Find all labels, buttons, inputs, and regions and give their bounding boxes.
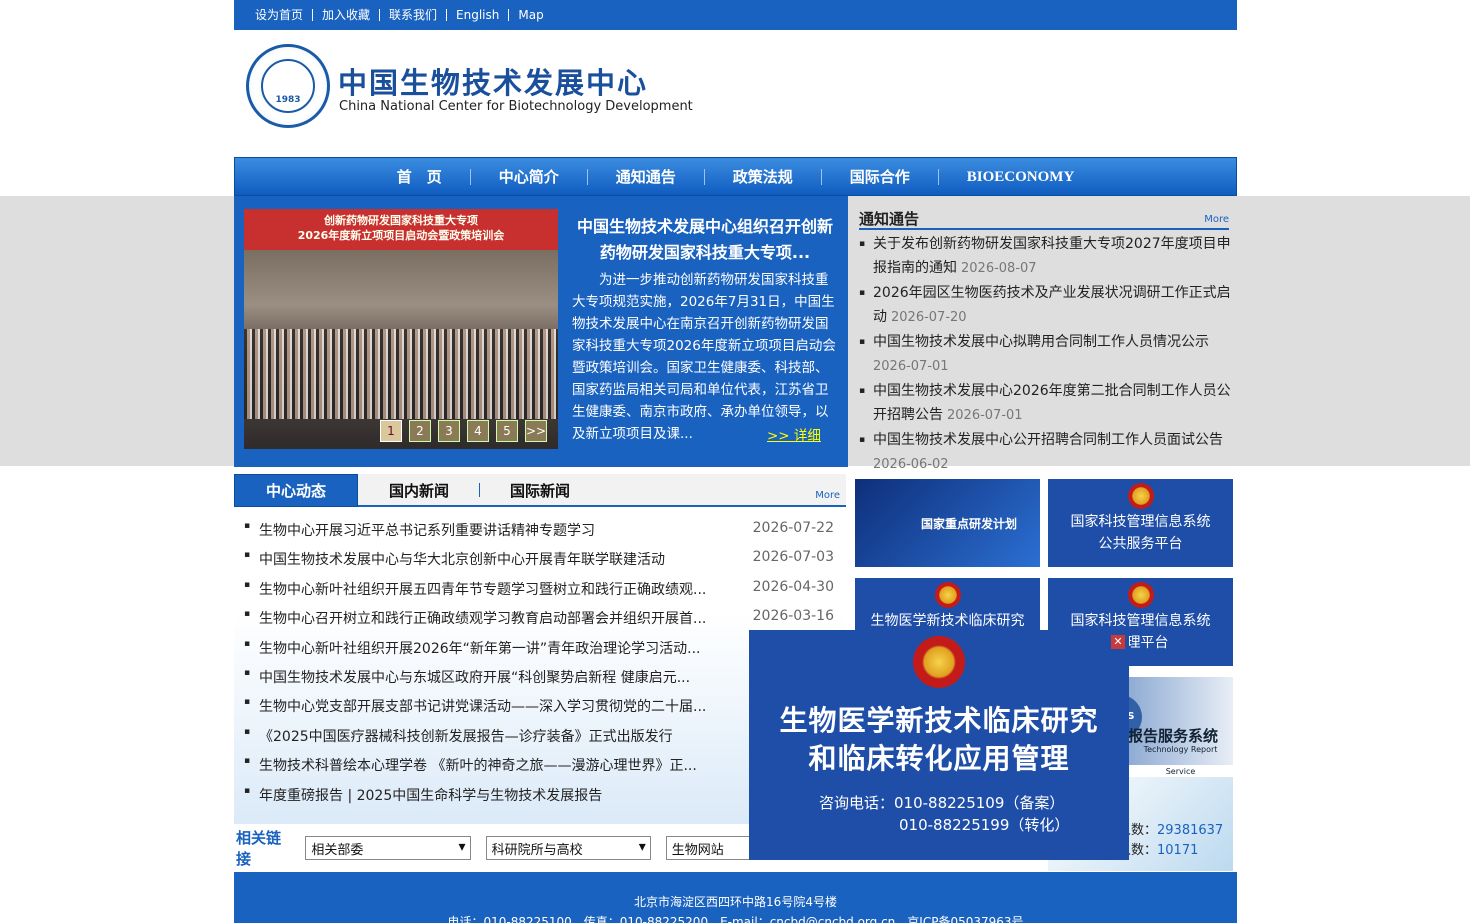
- pager-5[interactable]: 5: [496, 420, 518, 442]
- map-link[interactable]: Map: [509, 9, 552, 21]
- logo-title-cn[interactable]: 中国生物技术发展中心: [338, 60, 648, 102]
- pager-2[interactable]: 2: [409, 420, 431, 442]
- featured-body: 为进一步推动创新药物研发国家科技重大专项规范实施，2026年7月31日，中国生物…: [572, 272, 836, 442]
- stats-today-value: 10171: [1157, 843, 1199, 858]
- notice-list: 关于发布创新药物研发国家科技重大专项2027年度项目申报指南的通知2026-08…: [859, 232, 1231, 477]
- top-bar: 设为首页 加入收藏 联系我们 English Map: [234, 0, 1237, 30]
- pager-1[interactable]: 1: [380, 420, 402, 442]
- notice-header: 通知通告 More: [859, 208, 1229, 230]
- pager-3[interactable]: 3: [438, 420, 460, 442]
- footer-contact: 电话：010-88225100 传真：010-88225200 E-mail：c…: [447, 915, 1024, 923]
- logo-emblem-icon[interactable]: 1983: [246, 44, 330, 128]
- list-item[interactable]: 年度重磅报告 | 2025中国生命科学与生物技术发展报告: [244, 785, 834, 814]
- visitor-stats: 人数：29381637 人数：10171: [1118, 821, 1223, 861]
- footer-address: 北京市海淀区西四环中路16号院4号楼: [634, 895, 837, 909]
- footer: 北京市海淀区西四环中路16号院4号楼 电话：010-88225100 传真：01…: [234, 872, 1237, 923]
- add-favorite-link[interactable]: 加入收藏: [313, 9, 381, 21]
- list-item[interactable]: 2026年园区生物医药技术及产业发展状况调研工作正式启动2026-07-20: [859, 281, 1231, 330]
- slide-image[interactable]: 创新药物研发国家科技重大专项 2026年度新立项项目启动会暨政策培训会 1 2 …: [244, 209, 558, 449]
- tile-label: 国家科技管理信息系统: [1070, 613, 1211, 629]
- list-item[interactable]: 生物中心党支部开展支部书记讲党课活动——深入学习贯彻党的二十届...: [244, 696, 834, 725]
- featured-title[interactable]: 中国生物技术发展中心组织召开创新药物研发国家科技重大专项...: [572, 214, 838, 266]
- contact-us-link[interactable]: 联系我们: [380, 9, 448, 21]
- news-tabs: 中心动态 国内新闻 国际新闻 More: [234, 474, 846, 507]
- nav-home[interactable]: 首 页: [369, 168, 471, 185]
- national-emblem-icon: [934, 582, 961, 608]
- featured-news: 创新药物研发国家科技重大专项 2026年度新立项项目启动会暨政策培训会 1 2 …: [234, 196, 848, 467]
- national-emblem-icon: [1127, 582, 1154, 608]
- logo-year: 1983: [261, 59, 315, 113]
- list-item[interactable]: 生物中心召开树立和践行正确政绩观学习教育启动部署会并组织开展首...2026-0…: [244, 608, 834, 637]
- news-list: 生物中心开展习近平总书记系列重要讲话精神专题学习2026-07-22 中国生物技…: [244, 520, 834, 814]
- main-nav: 首 页 中心简介 通知通告 政策法规 国际合作 BIOECONOMY: [234, 157, 1237, 196]
- popup-title-line1: 生物医学新技术临床研究: [779, 704, 1099, 737]
- list-item[interactable]: 生物中心新叶社组织开展五四青年节专题学习暨树立和践行正确政绩观...2026-0…: [244, 579, 834, 608]
- tab-center-news[interactable]: 中心动态: [234, 474, 358, 507]
- list-item[interactable]: 生物中心开展习近平总书记系列重要讲话精神专题学习2026-07-22: [244, 520, 834, 549]
- slide-banner-line2: 2026年度新立项项目启动会暨政策培训会: [297, 229, 505, 242]
- list-item[interactable]: 生物中心新叶社组织开展2026年“新年第一讲”青年政治理论学习活动...: [244, 638, 834, 667]
- nav-international[interactable]: 国际合作: [822, 168, 939, 185]
- tile-public-service-platform[interactable]: 国家科技管理信息系统公共服务平台: [1048, 479, 1233, 567]
- slide-pager: 1 2 3 4 5 >>: [380, 420, 547, 442]
- slide-banner-line1: 创新药物研发国家科技重大专项: [324, 214, 478, 227]
- logo-title-en: China National Center for Biotechnology …: [339, 99, 693, 114]
- slide-banner: 创新药物研发国家科技重大专项 2026年度新立项项目启动会暨政策培训会: [244, 213, 558, 243]
- notice-more-link[interactable]: More: [1204, 214, 1229, 225]
- national-emblem-icon: [913, 636, 965, 688]
- nav-policy[interactable]: 政策法规: [705, 168, 822, 185]
- popup-phone1: 咨询电话：010-88225109（备案）: [819, 794, 1065, 812]
- featured-more-link[interactable]: >> 详细: [767, 424, 821, 444]
- pager-4[interactable]: 4: [467, 420, 489, 442]
- tile-label: 国家重点研发计划: [921, 517, 1018, 531]
- popup-title-line2: 和临床转化应用管理: [808, 742, 1070, 775]
- english-link[interactable]: English: [447, 9, 510, 21]
- tile-label: 国家科技管理信息系统公共服务平台: [1070, 514, 1211, 552]
- list-item[interactable]: 中国生物技术发展中心与东城区政府开展“科创聚势启新程 健康启元...: [244, 667, 834, 696]
- stats-total-value: 29381637: [1157, 823, 1224, 838]
- list-item[interactable]: 《2025中国医疗器械科技创新发展报告—诊疗装备》正式出版发行: [244, 726, 834, 755]
- set-homepage-link[interactable]: 设为首页: [246, 9, 314, 21]
- list-item[interactable]: 关于发布创新药物研发国家科技重大专项2027年度项目申报指南的通知2026-08…: [859, 232, 1231, 281]
- institutes-select[interactable]: 科研院所与高校: [485, 836, 651, 860]
- list-item[interactable]: 中国生物技术发展中心拟聘用合同制工作人员情况公示2026-07-01: [859, 330, 1231, 379]
- list-item[interactable]: 中国生物技术发展中心公开招聘合同制工作人员面试公告2026-06-02: [859, 428, 1231, 477]
- list-item[interactable]: 生物技术科普绘本心理学卷 《新叶的神奇之旅——漫游心理世界》正...: [244, 755, 834, 784]
- nav-about[interactable]: 中心简介: [471, 168, 588, 185]
- pager-next[interactable]: >>: [525, 420, 547, 442]
- tab-domestic-news[interactable]: 国内新闻: [358, 474, 480, 507]
- nav-notices[interactable]: 通知通告: [588, 168, 705, 185]
- popup-phone2: 010-88225199（转化）: [899, 816, 1070, 834]
- header: 1983 中国生物技术发展中心 China National Center fo…: [234, 30, 1237, 157]
- list-item[interactable]: 中国生物技术发展中心与华大北京创新中心开展青年联学联建活动2026-07-03: [244, 549, 834, 578]
- national-emblem-icon: [1127, 483, 1154, 509]
- slide-crowd-photo: [244, 329, 558, 419]
- related-links-label: 相关链接: [236, 829, 282, 868]
- news-more-link[interactable]: More: [815, 490, 840, 501]
- notice-panel: 通知通告 More 关于发布创新药物研发国家科技重大专项2027年度项目申报指南…: [855, 196, 1233, 472]
- ministries-select[interactable]: 相关部委: [305, 836, 471, 860]
- floating-ad-popup[interactable]: 生物医学新技术临床研究 和临床转化应用管理 咨询电话：010-88225109（…: [749, 630, 1129, 860]
- close-icon[interactable]: ✕: [1111, 635, 1125, 649]
- nav-bioeconomy[interactable]: BIOECONOMY: [939, 169, 1103, 185]
- tab-international-news[interactable]: 国际新闻: [480, 474, 600, 507]
- tile-label: 生物医学新技术临床研究: [870, 613, 1025, 629]
- list-item[interactable]: 中国生物技术发展中心2026年度第二批合同制工作人员公开招聘公告2026-07-…: [859, 379, 1231, 428]
- notice-title: 通知通告: [859, 210, 920, 228]
- tile-key-rd-program[interactable]: 国家重点研发计划: [855, 479, 1040, 567]
